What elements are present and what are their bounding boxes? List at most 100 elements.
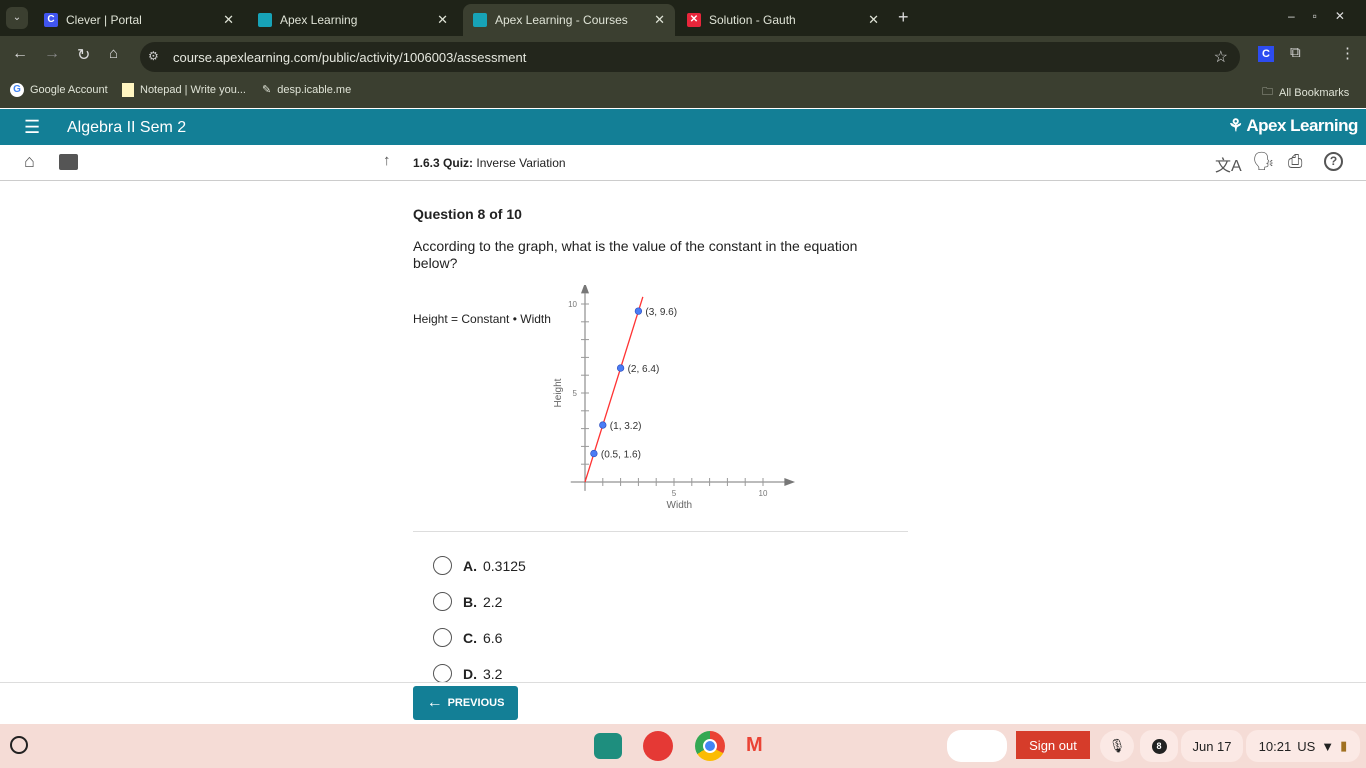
previous-label: PREVIOUS <box>447 697 505 709</box>
tab-apex[interactable]: Apex Learning ✕ <box>248 4 458 36</box>
x-tick-label: 5 <box>672 489 677 498</box>
bookmark-despicable[interactable]: ✎ desp.icable.me <box>262 83 352 97</box>
apex-learning-logo: ⚘ Apex Learning <box>1228 116 1358 136</box>
help-icon[interactable]: ? <box>1324 152 1343 171</box>
tab-label: Apex Learning <box>280 13 358 27</box>
question-counter: Question 8 of 10 <box>413 206 522 222</box>
tab-gauth[interactable]: ✕ Solution - Gauth ✕ <box>677 4 889 36</box>
apex-icon <box>258 13 272 27</box>
battery-icon: ▮ <box>1340 738 1348 753</box>
bookmark-star-icon[interactable]: ☆ <box>1214 47 1228 67</box>
site-settings-icon[interactable]: ⚙ <box>148 49 159 63</box>
translate-icon[interactable]: 文A <box>1215 152 1242 176</box>
google-icon: G <box>10 83 24 97</box>
tab-apex-courses[interactable]: Apex Learning - Courses ✕ <box>463 4 675 36</box>
reload-icon[interactable]: ↻ <box>77 45 90 65</box>
course-header: ☰ Algebra II Sem 2 ⚘ Apex Learning <box>0 109 1366 145</box>
option-b[interactable]: B. 2.2 <box>433 592 502 611</box>
data-label: (0.5, 1.6) <box>601 450 641 461</box>
input-method: US <box>1297 738 1316 754</box>
notification-count: 8 <box>1151 738 1167 754</box>
bookmark-google-account[interactable]: G Google Account <box>10 83 108 97</box>
paint-app-icon[interactable] <box>643 731 673 761</box>
y-axis-label: Height <box>553 378 564 407</box>
data-point <box>616 364 625 372</box>
briefcase-icon[interactable] <box>59 154 78 170</box>
extension-icon[interactable]: C <box>1258 46 1274 62</box>
data-label: (3, 9.6) <box>645 307 677 318</box>
bookmark-label: Notepad | Write you... <box>140 84 246 96</box>
tab-label: Apex Learning - Courses <box>495 13 628 27</box>
site-icon: ✎ <box>262 84 272 96</box>
chrome-icon[interactable] <box>695 731 725 761</box>
footer-bar <box>0 682 1366 724</box>
arrow-left-icon: ← <box>426 694 443 711</box>
radio-button[interactable] <box>433 628 452 647</box>
data-point <box>634 307 643 315</box>
launcher-icon[interactable] <box>10 736 28 754</box>
option-c[interactable]: C. 6.6 <box>433 628 502 647</box>
data-label: (2, 6.4) <box>628 364 660 375</box>
bookmark-label: desp.icable.me <box>277 83 352 96</box>
x-axis-label: Width <box>667 500 693 511</box>
new-tab-button[interactable]: + <box>898 7 909 28</box>
date-button[interactable]: Jun 17 <box>1181 730 1243 762</box>
classroom-app-icon[interactable] <box>594 733 622 759</box>
wifi-icon: ▼ <box>1321 738 1335 754</box>
text-to-speech-icon[interactable]: 🗣 <box>1252 151 1275 172</box>
close-icon[interactable]: ✕ <box>437 12 448 28</box>
bookmark-notepad[interactable]: Notepad | Write you... <box>122 83 246 97</box>
tab-search-button[interactable]: ⌄ <box>6 7 28 29</box>
course-title: Algebra II Sem 2 <box>67 119 187 136</box>
microphone-icon: 🎙 <box>1108 738 1126 753</box>
bookmark-label: All Bookmarks <box>1279 86 1350 99</box>
all-bookmarks[interactable]: 🗀 All Bookmarks <box>1262 83 1349 102</box>
tab-clever[interactable]: C Clever | Portal ✕ <box>34 4 244 36</box>
bookmarks-bar: G Google Account Notepad | Write you... ✎… <box>0 76 1366 108</box>
window-controls[interactable]: –▫✕ <box>1288 9 1363 23</box>
radio-button[interactable] <box>433 556 452 575</box>
apex-logo-icon: ⚘ <box>1228 116 1247 135</box>
question-prompt: According to the graph, what is the valu… <box>413 238 858 271</box>
sign-out-button[interactable]: Sign out <box>1016 731 1090 759</box>
close-icon[interactable]: ✕ <box>654 12 665 28</box>
notifications-button[interactable]: 8 <box>1140 730 1178 762</box>
gauth-icon: ✕ <box>687 13 701 27</box>
x-tick-label: 10 <box>759 489 768 498</box>
home-icon[interactable]: ⌂ <box>24 151 35 172</box>
home-icon[interactable]: ⌂ <box>109 45 118 62</box>
data-label: (1, 3.2) <box>610 421 642 432</box>
close-icon[interactable]: ✕ <box>868 12 879 28</box>
window-preview[interactable] <box>947 730 1007 762</box>
clever-icon: C <box>44 13 58 27</box>
close-icon[interactable]: ✕ <box>223 12 234 28</box>
gmail-icon[interactable]: M <box>746 734 763 757</box>
microphone-button[interactable]: 🎙 <box>1100 730 1134 762</box>
radio-button[interactable] <box>433 664 452 683</box>
print-icon[interactable]: ⎙ <box>1288 151 1302 172</box>
x-axis-arrow <box>784 478 796 486</box>
previous-button[interactable]: ← PREVIOUS <box>413 686 518 720</box>
back-icon[interactable]: ← <box>12 45 28 63</box>
option-a[interactable]: A. 0.3125 <box>433 556 526 575</box>
tab-strip: ⌄ C Clever | Portal ✕ Apex Learning ✕ Apex … <box>0 0 1366 36</box>
puzzle-icon[interactable]: ⧉ <box>1290 44 1301 61</box>
tab-label: Clever | Portal <box>66 13 142 27</box>
menu-icon[interactable]: ⋮ <box>1340 44 1355 62</box>
option-d[interactable]: D. 3.2 <box>433 664 502 683</box>
up-arrow-icon[interactable]: ↑ <box>383 152 391 169</box>
tab-label: Solution - Gauth <box>709 13 796 27</box>
data-point <box>599 421 607 429</box>
menu-list-icon[interactable]: ☰ <box>24 117 40 138</box>
forward-icon[interactable]: → <box>44 45 60 63</box>
y-tick-label: 5 <box>573 389 578 398</box>
bookmark-label: Google Account <box>30 84 108 96</box>
activity-bar: ⌂ ↑ 1.6.3 Quiz: Inverse Variation 文A 🗣 ⎙… <box>0 145 1366 181</box>
url-text: course.apexlearning.com/public/activity/… <box>173 49 527 65</box>
status-area[interactable]: 10:21 US ▼ ▮ <box>1246 730 1360 762</box>
radio-button[interactable] <box>433 592 452 611</box>
graph: 5 10 5 10 Width Height (0.5, 1.6) (1, 3.2) (2, 6… <box>553 285 796 511</box>
data-point <box>590 449 598 458</box>
address-bar[interactable]: ⚙ course.apexlearning.com/public/activit… <box>140 42 1240 72</box>
y-tick-label: 10 <box>568 300 577 309</box>
